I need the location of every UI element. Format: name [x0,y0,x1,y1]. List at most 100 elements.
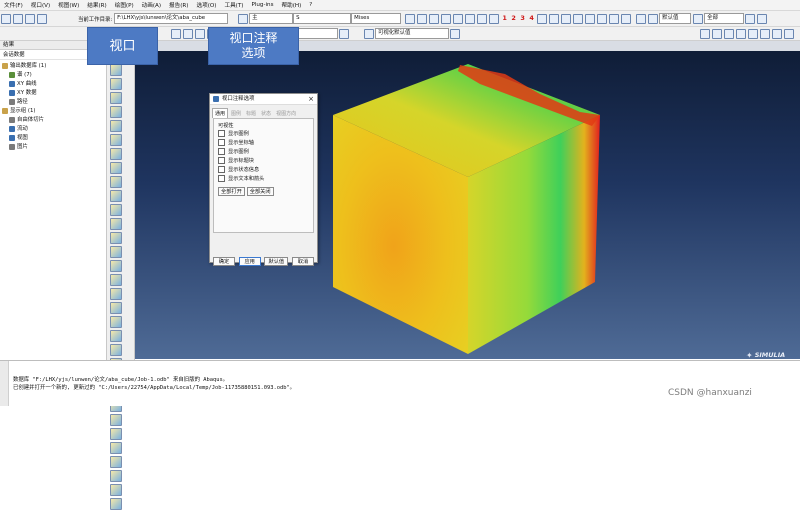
default-button[interactable]: 默认值 [264,257,289,266]
view-left-icon[interactable] [429,13,440,24]
apply-button[interactable]: 应用 [238,257,261,266]
display-replace-icon[interactable] [745,13,756,24]
tree-item-free-body[interactable]: 自由体切片 [2,116,106,125]
tree-item-xy-data[interactable]: XY 数据 [2,89,106,98]
display-group-select[interactable]: 全部 [704,13,745,24]
redo-view-icon[interactable] [621,13,632,24]
menu-whats-this[interactable]: ? [309,2,312,8]
tree-item-view[interactable]: 视图 [2,134,106,143]
menu-view[interactable]: 视图(W) [58,1,79,9]
path-create-icon[interactable] [110,232,122,244]
pick-icon[interactable] [736,28,746,39]
checkbox-show-title-block[interactable]: 显示标题块 [218,157,309,166]
display-options-icon[interactable] [784,28,794,39]
plot-allowable-icon[interactable] [110,148,122,160]
ruler-icon[interactable] [110,498,122,510]
visibility-icon[interactable] [364,28,374,39]
checkbox-show-axes[interactable]: 显示坐标轴 [218,139,309,148]
tab-legend[interactable]: 图例 [229,109,243,118]
select-box-icon[interactable] [712,28,722,39]
plot-deformed-icon[interactable] [110,78,122,90]
dialog-title-bar[interactable]: 视口注释选项 × [210,94,317,105]
view-3-button[interactable]: 3 [519,14,526,23]
path-manager-icon[interactable] [110,246,122,258]
tree-item-stream[interactable]: 流动 [2,125,106,134]
arrow-annotation-icon[interactable] [110,442,122,454]
probe-values-icon[interactable] [110,470,122,482]
cycle-view-icon[interactable] [597,13,608,24]
close-icon[interactable]: × [308,94,314,104]
tab-general[interactable]: 通用 [212,108,229,118]
plot-symbol-icon[interactable] [110,120,122,132]
menu-viewport[interactable]: 视口(V) [31,1,50,9]
xy-data-manager-icon[interactable] [110,218,122,230]
toggle-all-off-button[interactable]: 全部关闭 [246,187,274,196]
view-4-button[interactable]: 4 [528,14,535,23]
text-annotation-icon[interactable] [110,428,122,440]
odb-dropdown-icon[interactable] [339,28,349,39]
menu-help[interactable]: 帮助(H) [282,1,302,9]
frame-prev-icon[interactable] [183,28,193,39]
visibility-edit-icon[interactable] [450,28,460,39]
view-cut-manager-icon[interactable] [110,330,122,342]
tab-title[interactable]: 标题 [244,109,258,118]
checkbox-show-text-arrows[interactable]: 显示文本和箭头 [218,175,309,184]
color-code-icon[interactable] [748,28,758,39]
render-wire-icon[interactable] [636,13,647,24]
animate-options-icon[interactable] [110,302,122,314]
step-icon[interactable] [238,13,249,24]
common-options-icon[interactable] [110,162,122,174]
tree-item-spectrum[interactable]: 谱 (7) [2,71,106,80]
tree-item-path[interactable]: 路径 [2,98,106,107]
overlay-icon[interactable] [110,190,122,202]
menu-result[interactable]: 结果(R) [87,1,106,9]
print-icon[interactable] [37,13,47,24]
select-arrow-icon[interactable] [700,28,710,39]
plot-contour-both-icon[interactable] [110,106,122,118]
tree-item-image[interactable]: 图片 [2,143,106,152]
xy-plot-icon[interactable] [110,204,122,216]
undo-view-icon[interactable] [609,13,620,24]
frame-first-icon[interactable] [171,28,181,39]
plot-contour-icon[interactable] [110,92,122,104]
rotate-icon[interactable] [549,13,560,24]
tab-state[interactable]: 状态 [259,109,273,118]
variable-select[interactable]: S [293,13,352,24]
zoom-box-icon[interactable] [573,13,584,24]
plot-material-icon[interactable] [110,134,122,146]
show-icon[interactable] [772,28,782,39]
stream-create-icon[interactable] [110,344,122,356]
cancel-button[interactable]: 取消 [291,257,314,266]
checkbox-show-state[interactable]: 显示状态信息 [218,166,309,175]
primary-select[interactable]: 主 [249,13,294,24]
tab-view-orientation[interactable]: 视图方向 [274,109,298,118]
render-style-select[interactable]: 默认值 [659,13,692,24]
menu-file[interactable]: 文件(F) [4,1,23,9]
animate-harmonic-icon[interactable] [110,288,122,300]
menu-plot[interactable]: 绘图(P) [115,1,134,9]
animate-scale-icon[interactable] [110,260,122,272]
tree-item-display-group[interactable]: 显示组 (1) [2,107,106,116]
auto-fit-icon[interactable] [585,13,596,24]
report-icon[interactable] [110,484,122,496]
view-back-icon[interactable] [417,13,428,24]
view-iso-icon[interactable] [477,13,488,24]
ok-button[interactable]: 确定 [213,257,235,266]
view-cut-icon[interactable] [110,316,122,328]
query-icon[interactable] [693,13,704,24]
checkbox-show-legend[interactable]: 显示图例 [218,130,309,139]
new-file-icon[interactable] [1,13,11,24]
invariant-select[interactable]: Mises [351,13,402,24]
menu-animate[interactable]: 动画(A) [142,1,161,9]
menu-options[interactable]: 选项(O) [197,1,217,9]
display-add-icon[interactable] [757,13,768,24]
view-cycle-icon[interactable] [489,13,500,24]
hide-icon[interactable] [760,28,770,39]
view-right-icon[interactable] [441,13,452,24]
visibility-default-select[interactable]: 可视化默认值 [375,28,449,39]
view-front-icon[interactable] [405,13,416,24]
open-file-icon[interactable] [13,13,23,24]
magnify-icon[interactable] [561,13,572,24]
pan-icon[interactable] [537,13,548,24]
menu-plugins[interactable]: Plug-ins [251,2,273,8]
